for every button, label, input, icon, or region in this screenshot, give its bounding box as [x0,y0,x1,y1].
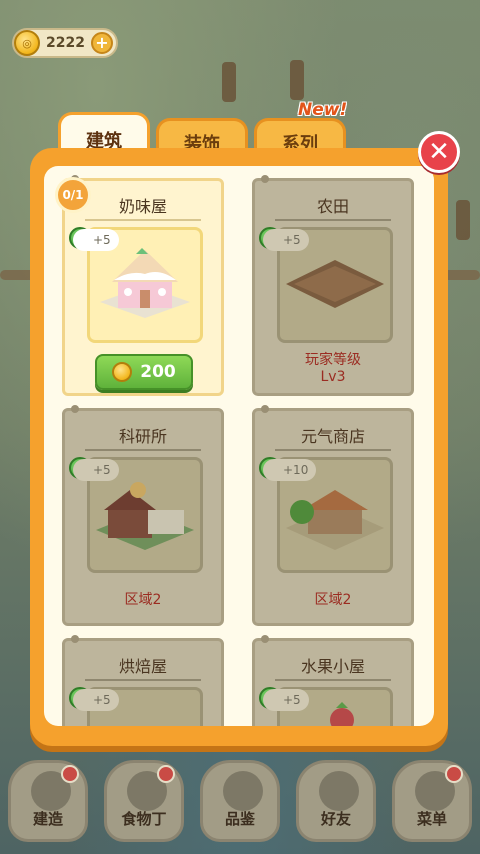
card-title: 元气商店 [300,427,365,446]
fence-post [222,62,236,102]
bonus-value: +5 [73,229,119,251]
card-title: 烘焙屋 [118,657,167,676]
buy-button[interactable]: 200 [95,354,193,390]
nav-food[interactable]: 食物丁 [104,760,184,842]
close-button[interactable]: ✕ [418,131,460,173]
nav-label: 建造 [32,810,63,828]
bonus-value: +5 [73,459,119,481]
card-title: 奶味屋 [118,197,167,216]
notification-dot [61,765,79,783]
nav-label: 食物丁 [121,810,167,828]
pin [71,635,79,643]
bottom-nav: 建造 食物丁 品鉴 好友 菜单 [0,760,480,854]
build-dialog: 0/1 奶味屋 +5 200 农田 +5 玩家等级 Lv3 科研所 +5 区域2… [30,148,448,746]
utensils-icon [223,771,263,811]
card-title: 科研所 [118,427,167,446]
nav-friends[interactable]: 好友 [296,760,376,842]
divider [85,449,201,451]
bonus-value: +10 [263,459,317,481]
nav-build[interactable]: 建造 [8,760,88,842]
nav-menu[interactable]: 菜单 [392,760,472,842]
currency-bar: ◎ 2222 + [12,28,118,58]
currency-amount: 2222 [46,35,85,51]
notification-dot [445,765,463,783]
divider [275,679,391,681]
requirement-label: 区域2 [314,592,352,608]
coin-icon [112,362,133,382]
new-badge: New! [298,100,348,120]
building-card-milk-house[interactable]: 0/1 奶味屋 +5 200 [55,175,224,396]
card-title: 农田 [316,197,349,216]
bonus-value: +5 [263,229,309,251]
nav-label: 菜单 [416,810,447,828]
requirement-label: 区域2 [124,592,162,608]
nav-label: 好友 [320,810,351,828]
nav-label: 品鉴 [224,810,255,828]
building-grid: 0/1 奶味屋 +5 200 农田 +5 玩家等级 Lv3 科研所 +5 区域2… [55,175,422,726]
building-card-fruit-house[interactable]: 水果小屋 +5 [252,635,414,726]
pin [261,175,269,183]
building-card-bakery[interactable]: 烘焙屋 +5 [62,635,224,726]
friends-icon [319,771,359,811]
notification-dot [157,765,175,783]
add-currency-button[interactable]: + [91,32,113,54]
divider [275,219,391,221]
pin [261,635,269,643]
building-card-research[interactable]: 科研所 +5 区域2 [62,405,224,626]
building-card-genki-shop[interactable]: 元气商店 +10 区域2 [252,405,414,626]
pin [71,405,79,413]
card-title: 水果小屋 [300,657,365,676]
coin-icon: ◎ [14,30,40,56]
requirement-level: Lv3 [320,369,346,385]
pin [261,405,269,413]
bonus-value: +5 [263,689,309,711]
divider [85,219,201,221]
price-label: 200 [140,362,176,382]
nav-tasting[interactable]: 品鉴 [200,760,280,842]
building-card-farmland[interactable]: 农田 +5 玩家等级 Lv3 [252,175,414,396]
divider [275,449,391,451]
requirement-label: 玩家等级 [305,352,361,368]
fence-post [456,200,470,240]
divider [85,679,201,681]
dialog-content: 0/1 奶味屋 +5 200 农田 +5 玩家等级 Lv3 科研所 +5 区域2… [44,166,434,726]
fence-post [290,60,304,100]
bonus-value: +5 [73,689,119,711]
